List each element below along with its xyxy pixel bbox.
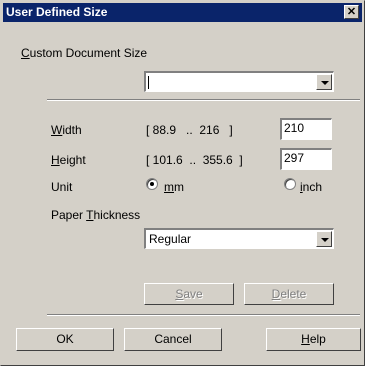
delete-button[interactable]: Delete (244, 283, 334, 305)
radio-selected-dot (150, 182, 154, 186)
chevron-down-icon (321, 81, 329, 85)
width-label: Width (51, 123, 82, 137)
title-bar[interactable]: User Defined Size ✕ (3, 3, 362, 22)
width-input[interactable]: 210 (280, 118, 332, 140)
height-range: [ 101.6 .. 355.6 ] (146, 153, 243, 167)
separator-top (47, 99, 360, 101)
save-button[interactable]: Save (144, 283, 234, 305)
paper-thickness-value: Regular (149, 232, 192, 246)
paper-thickness-select[interactable]: Regular (144, 228, 334, 249)
paper-thickness-dropdown-button[interactable] (316, 231, 332, 247)
help-button[interactable]: Help (266, 328, 361, 351)
close-button[interactable]: ✕ (344, 5, 359, 19)
cancel-button[interactable]: Cancel (124, 328, 222, 351)
text-cursor (148, 76, 149, 89)
height-input[interactable]: 297 (280, 148, 332, 170)
unit-mm-label[interactable]: mm (164, 180, 184, 194)
height-label: Height (51, 153, 86, 167)
custom-size-dropdown-button[interactable] (316, 74, 332, 90)
custom-size-select[interactable] (144, 71, 334, 92)
unit-mm-radio[interactable] (146, 178, 158, 190)
unit-inch-radio[interactable] (284, 178, 296, 190)
window-title: User Defined Size (6, 5, 108, 19)
paper-thickness-label: Paper Thickness (51, 208, 141, 222)
separator-bottom (47, 314, 360, 316)
unit-label: Unit (51, 180, 73, 194)
unit-inch-label[interactable]: inch (300, 180, 322, 194)
chevron-down-icon (321, 238, 329, 242)
dialog-window: User Defined Size ✕ Custom Document Size… (0, 0, 365, 366)
close-icon: ✕ (346, 6, 357, 18)
custom-size-label: Custom Document Size (21, 46, 148, 60)
ok-button[interactable]: OK (16, 328, 114, 351)
width-range: [ 88.9 .. 216 ] (146, 123, 233, 137)
